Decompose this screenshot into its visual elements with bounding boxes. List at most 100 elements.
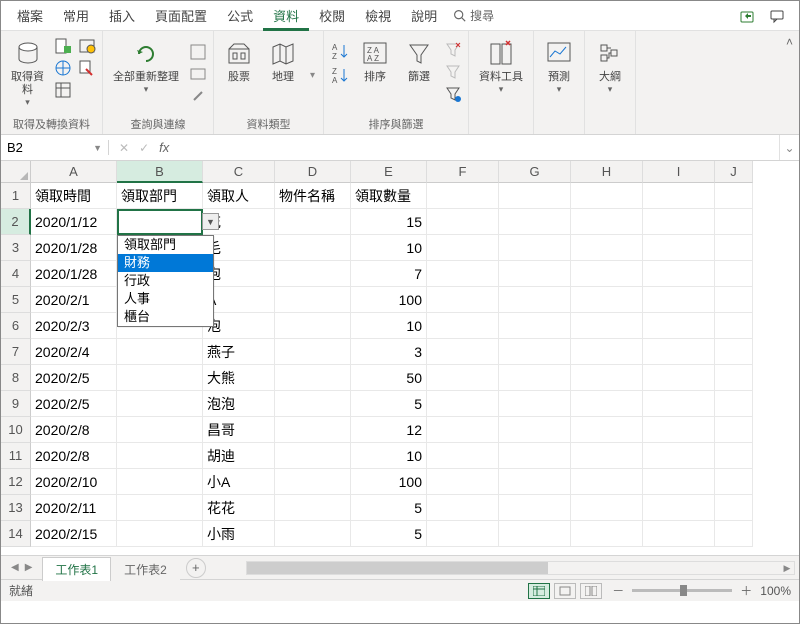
tab-scroll-left-icon[interactable]: ◀ [11,562,19,573]
cell-C14[interactable]: 小雨 [203,521,275,547]
stocks-button[interactable]: 股票 [220,37,258,86]
cell-E7[interactable]: 3 [351,339,427,365]
cell-F13[interactable] [427,495,499,521]
cell-E8[interactable]: 50 [351,365,427,391]
cell-I12[interactable] [643,469,715,495]
name-box-dropdown-icon[interactable]: ▼ [93,143,102,153]
outline-button[interactable]: 大綱 ▾ [591,37,629,97]
col-header-F[interactable]: F [427,161,499,183]
advanced-filter-icon[interactable] [444,85,462,103]
sheet-tab-0[interactable]: 工作表1 [42,557,111,581]
from-table-icon[interactable] [54,81,72,99]
cell-C11[interactable]: 胡迪 [203,443,275,469]
fx-icon[interactable]: fx [159,140,169,155]
cell-J8[interactable] [715,365,753,391]
clear-filter-icon[interactable] [444,41,462,59]
sort-button[interactable]: Z AA Z 排序 [356,37,394,86]
cell-G5[interactable] [499,287,571,313]
cell-H5[interactable] [571,287,643,313]
cell-G7[interactable] [499,339,571,365]
cell-I6[interactable] [643,313,715,339]
select-all-corner[interactable] [1,161,31,183]
cell-F6[interactable] [427,313,499,339]
cell-B14[interactable] [117,521,203,547]
cell-H1[interactable] [571,183,643,209]
cell-F12[interactable] [427,469,499,495]
col-header-H[interactable]: H [571,161,643,183]
cell-J10[interactable] [715,417,753,443]
menu-item-1[interactable]: 常用 [53,0,99,31]
cell-A4[interactable]: 2020/1/28 [31,261,117,287]
cell-E2[interactable]: 15 [351,209,427,235]
menu-item-6[interactable]: 校閱 [309,0,355,31]
cell-A12[interactable]: 2020/2/10 [31,469,117,495]
row-header-2[interactable]: 2 [1,209,31,235]
cell-E1[interactable]: 領取數量 [351,183,427,209]
cell-H12[interactable] [571,469,643,495]
cell-D2[interactable] [275,209,351,235]
normal-view-button[interactable] [528,583,550,599]
cell-E13[interactable]: 5 [351,495,427,521]
data-validation-dropdown[interactable]: 領取部門財務行政人事櫃台 [117,235,214,327]
cell-C1[interactable]: 領取人 [203,183,275,209]
cell-A7[interactable]: 2020/2/4 [31,339,117,365]
cell-E11[interactable]: 10 [351,443,427,469]
cell-J2[interactable] [715,209,753,235]
cell-B12[interactable] [117,469,203,495]
cell-A13[interactable]: 2020/2/11 [31,495,117,521]
gallery-expand-icon[interactable]: ▾ [308,70,317,81]
row-header-7[interactable]: 7 [1,339,31,365]
cell-G3[interactable] [499,235,571,261]
cell-I11[interactable] [643,443,715,469]
cell-A3[interactable]: 2020/1/28 [31,235,117,261]
cell-G14[interactable] [499,521,571,547]
scroll-right-icon[interactable]: ▶ [780,562,794,574]
zoom-level[interactable]: 100% [760,584,791,598]
cell-A2[interactable]: 2020/1/12 [31,209,117,235]
share-icon[interactable] [739,8,755,24]
data-tools-button[interactable]: 資料工具 ▾ [475,37,527,97]
recent-sources-icon[interactable] [78,37,96,55]
cell-D8[interactable] [275,365,351,391]
col-header-A[interactable]: A [31,161,117,183]
cell-D13[interactable] [275,495,351,521]
from-text-icon[interactable] [54,37,72,55]
name-box[interactable]: ▼ [1,140,109,155]
filter-button[interactable]: 篩選 [400,37,438,86]
queries-icon[interactable] [189,43,207,61]
cell-E10[interactable]: 12 [351,417,427,443]
geography-button[interactable]: 地理 [264,37,302,86]
cell-E5[interactable]: 100 [351,287,427,313]
cell-F8[interactable] [427,365,499,391]
cell-G10[interactable] [499,417,571,443]
page-layout-view-button[interactable] [554,583,576,599]
cell-H8[interactable] [571,365,643,391]
cell-E14[interactable]: 5 [351,521,427,547]
zoom-in-button[interactable]: ＋ [740,582,752,599]
cell-E3[interactable]: 10 [351,235,427,261]
menu-item-2[interactable]: 插入 [99,0,145,31]
menu-item-5[interactable]: 資料 [263,0,309,31]
col-header-E[interactable]: E [351,161,427,183]
cell-I5[interactable] [643,287,715,313]
reapply-icon[interactable] [444,63,462,81]
row-header-14[interactable]: 14 [1,521,31,547]
menu-item-0[interactable]: 檔案 [7,0,53,31]
cell-J12[interactable] [715,469,753,495]
cell-D14[interactable] [275,521,351,547]
cell-C9[interactable]: 泡泡 [203,391,275,417]
cell-H6[interactable] [571,313,643,339]
cell-G11[interactable] [499,443,571,469]
row-header-8[interactable]: 8 [1,365,31,391]
cell-D1[interactable]: 物件名稱 [275,183,351,209]
existing-connections-icon[interactable] [78,59,96,77]
cell-H13[interactable] [571,495,643,521]
cell-H4[interactable] [571,261,643,287]
cell-J11[interactable] [715,443,753,469]
dropdown-option-3[interactable]: 人事 [118,290,213,308]
cell-D9[interactable] [275,391,351,417]
cell-F5[interactable] [427,287,499,313]
cell-D5[interactable] [275,287,351,313]
horizontal-scrollbar[interactable]: ◀ ▶ [246,561,795,575]
cell-C13[interactable]: 花花 [203,495,275,521]
